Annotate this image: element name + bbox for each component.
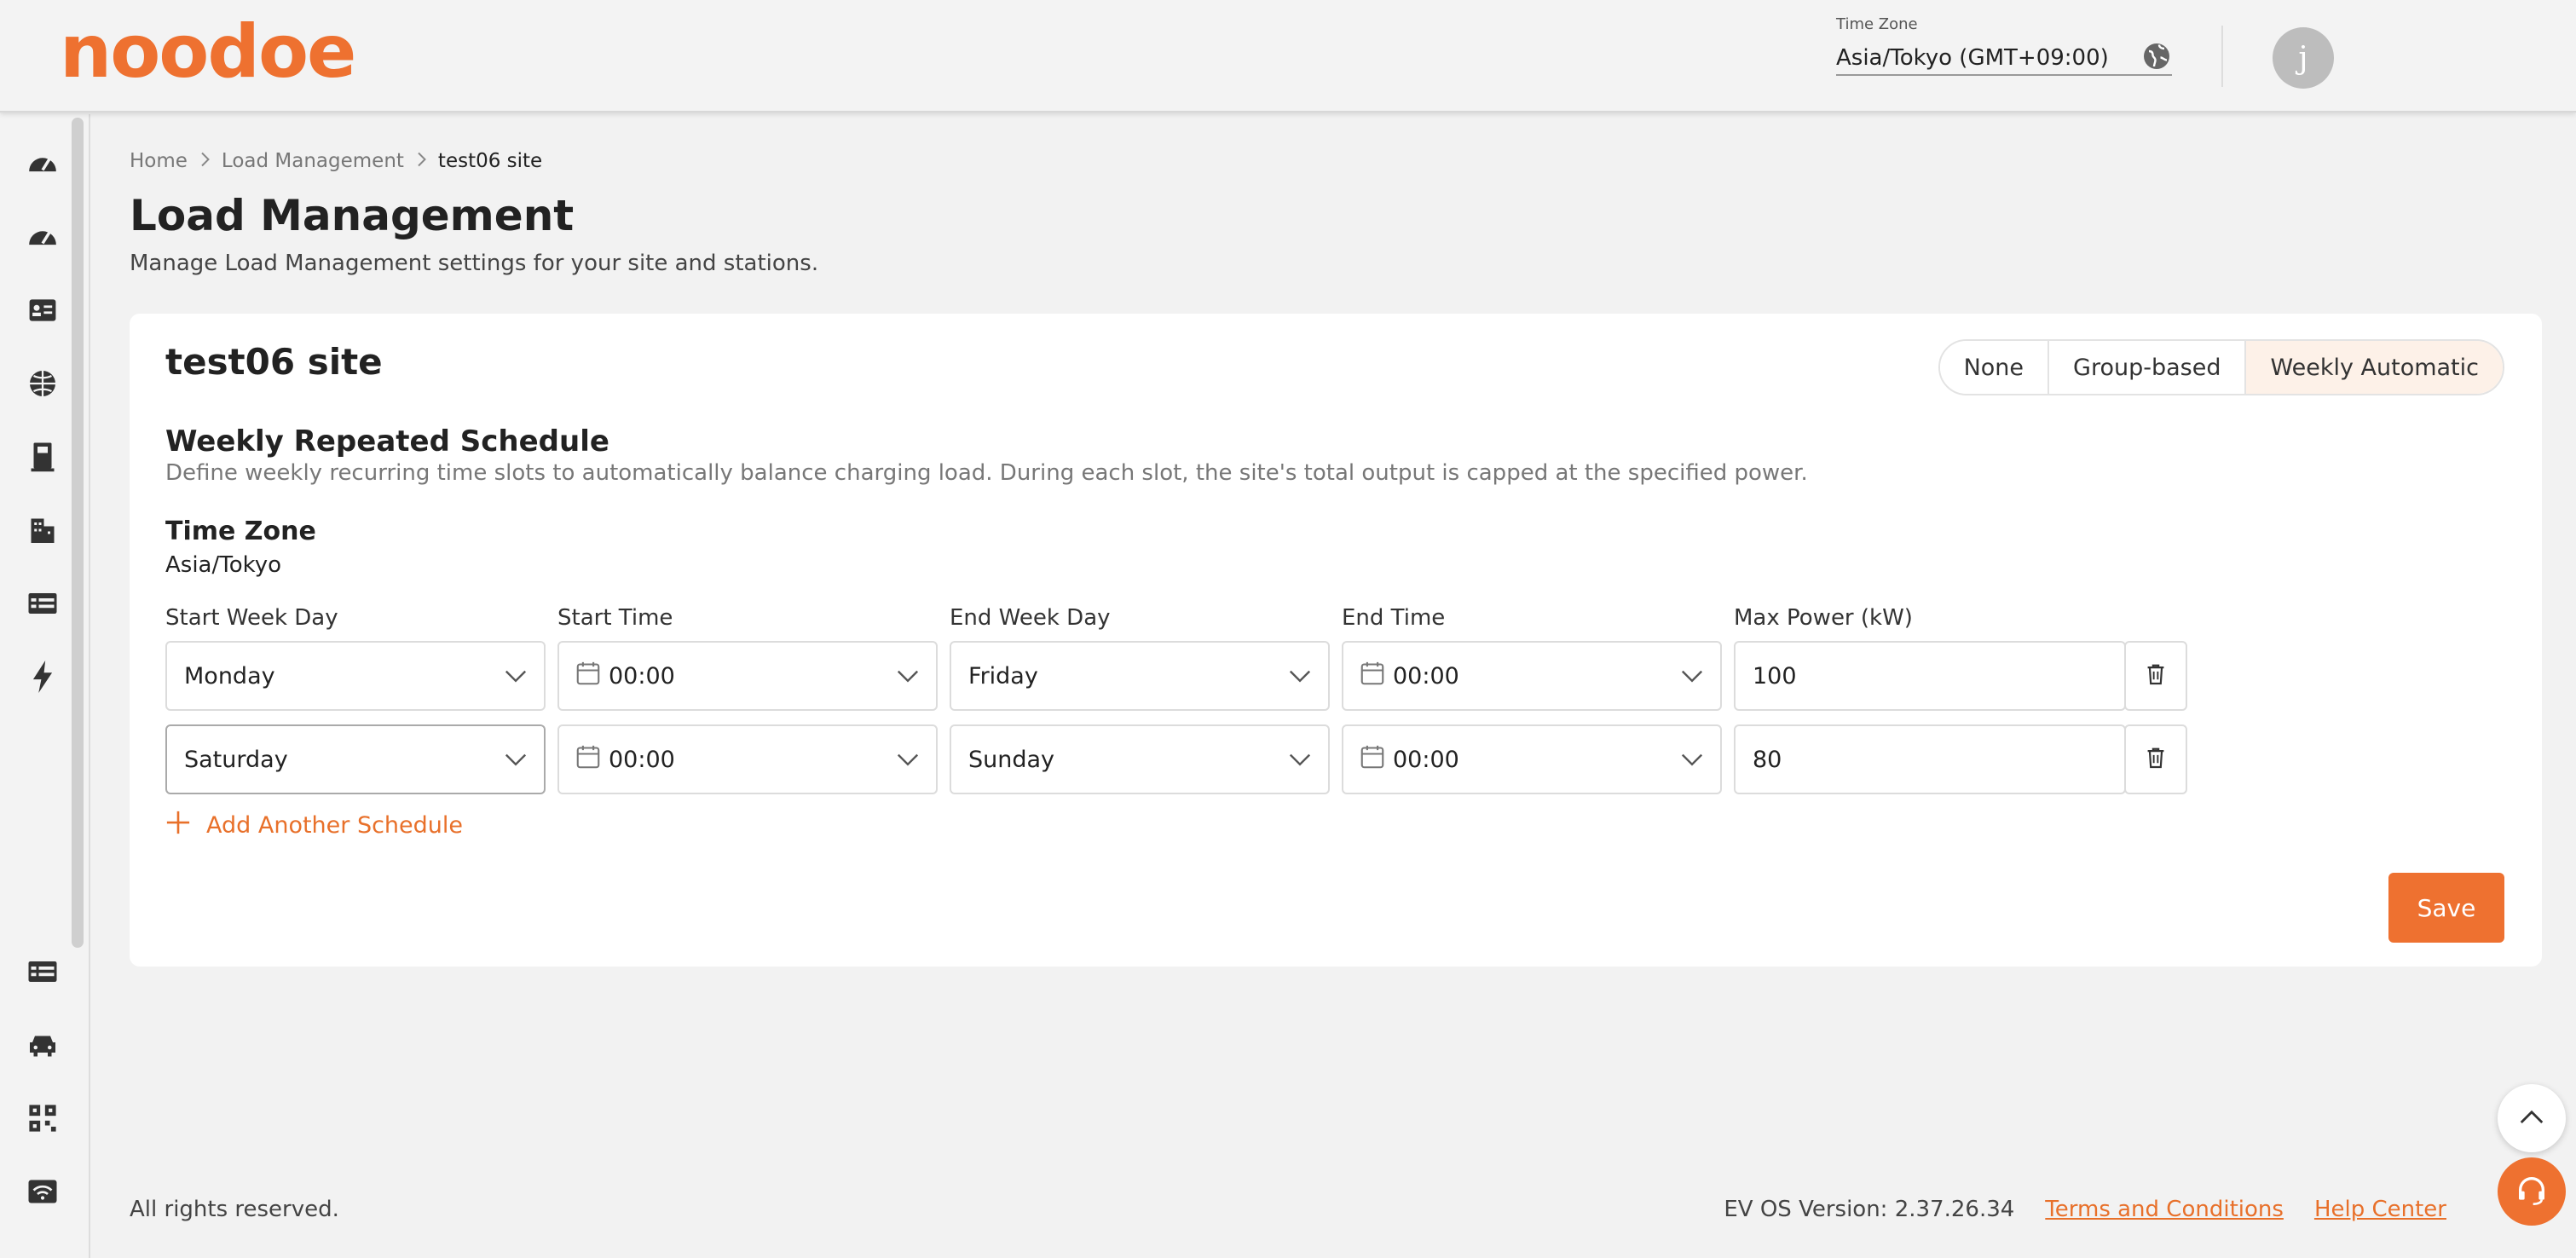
trash-icon — [2146, 663, 2165, 689]
end-time-select[interactable]: 00:00 — [1342, 724, 1722, 794]
timezone-heading: Time Zone — [165, 516, 316, 546]
list-icon[interactable] — [26, 955, 60, 989]
user-avatar[interactable]: j — [2273, 27, 2334, 89]
max-power-input[interactable]: 100 — [1734, 641, 2126, 711]
scroll-to-top-button[interactable] — [2498, 1084, 2566, 1152]
help-center-link[interactable]: Help Center — [2314, 1197, 2446, 1222]
timezone-select[interactable]: Asia/Tokyo (GMT+09:00) — [1836, 42, 2172, 76]
start-day-label: Start Week Day — [165, 605, 338, 631]
end-time-value: 00:00 — [1393, 662, 1459, 690]
end-day-value: Sunday — [968, 746, 1055, 773]
terms-link[interactable]: Terms and Conditions — [2045, 1197, 2284, 1222]
section-title: Weekly Repeated Schedule — [165, 424, 609, 459]
end-day-value: Friday — [968, 662, 1038, 690]
end-time-select[interactable]: 00:00 — [1342, 641, 1722, 711]
support-button[interactable] — [2498, 1157, 2566, 1226]
timezone-label: Time Zone — [1836, 15, 1918, 33]
plus-icon — [165, 810, 191, 841]
end-day-select[interactable]: Sunday — [950, 724, 1330, 794]
chevron-right-icon — [199, 150, 210, 172]
chevron-down-icon — [505, 747, 527, 773]
chevron-down-icon — [1681, 663, 1703, 690]
table-icon[interactable] — [26, 586, 60, 620]
chevron-down-icon — [1681, 747, 1703, 773]
dashboard-alt-icon[interactable] — [26, 218, 60, 252]
end-day-label: End Week Day — [950, 605, 1111, 631]
building-icon[interactable] — [26, 513, 60, 547]
start-time-select[interactable]: 00:00 — [557, 641, 938, 711]
globe-icon — [2141, 41, 2172, 75]
start-day-select[interactable]: Saturday — [165, 724, 546, 794]
section-description: Define weekly recurring time slots to au… — [165, 460, 1808, 486]
end-day-select[interactable]: Friday — [950, 641, 1330, 711]
start-time-value: 00:00 — [609, 662, 675, 690]
chevron-right-icon — [416, 150, 426, 172]
save-button[interactable]: Save — [2388, 873, 2504, 943]
end-time-value: 00:00 — [1393, 746, 1459, 773]
qr-code-icon[interactable] — [26, 1101, 60, 1135]
calendar-icon — [576, 661, 600, 692]
start-day-value: Saturday — [184, 746, 288, 773]
site-title: test06 site — [165, 341, 383, 383]
id-card-icon[interactable] — [26, 293, 60, 327]
wifi-icon[interactable] — [26, 1174, 60, 1209]
start-time-select[interactable]: 00:00 — [557, 724, 938, 794]
mode-none-button[interactable]: None — [1939, 341, 2050, 394]
header-divider — [2221, 26, 2223, 87]
breadcrumb-home[interactable]: Home — [130, 150, 188, 172]
chevron-up-icon — [2520, 1109, 2544, 1128]
end-time-label: End Time — [1342, 605, 1446, 631]
add-schedule-label: Add Another Schedule — [206, 812, 464, 839]
calendar-icon — [1360, 661, 1384, 692]
mode-selector: None Group-based Weekly Automatic — [1938, 339, 2504, 395]
calendar-icon — [576, 744, 600, 776]
breadcrumb-current: test06 site — [437, 150, 543, 172]
start-time-label: Start Time — [557, 605, 673, 631]
page-subtitle: Manage Load Management settings for your… — [130, 251, 819, 276]
max-power-input[interactable]: 80 — [1734, 724, 2126, 794]
timezone-selector[interactable]: Time Zone Asia/Tokyo (GMT+09:00) — [1836, 15, 2172, 76]
top-bar: noodoe Time Zone Asia/Tokyo (GMT+09:00) … — [0, 0, 2576, 113]
chevron-down-icon — [505, 663, 527, 690]
mode-group-based-button[interactable]: Group-based — [2049, 341, 2247, 394]
timezone-display: Asia/Tokyo — [165, 552, 282, 578]
start-time-value: 00:00 — [609, 746, 675, 773]
start-day-select[interactable]: Monday — [165, 641, 546, 711]
mode-weekly-automatic-button[interactable]: Weekly Automatic — [2246, 341, 2503, 394]
sidebar-scrollbar[interactable] — [72, 118, 84, 948]
lightning-icon[interactable] — [26, 660, 60, 694]
globe-nav-icon[interactable] — [26, 366, 60, 401]
page-title: Load Management — [130, 191, 575, 240]
car-icon[interactable] — [26, 1028, 60, 1062]
calendar-icon — [1360, 744, 1384, 776]
footer-links: EV OS Version: 2.37.26.34 Terms and Cond… — [1724, 1197, 2446, 1222]
chevron-down-icon — [897, 663, 919, 690]
footer-rights: All rights reserved. — [130, 1197, 339, 1222]
svg-text:noodoe: noodoe — [60, 17, 355, 89]
breadcrumb: Home Load Management test06 site — [130, 150, 542, 172]
add-schedule-button[interactable]: Add Another Schedule — [165, 810, 463, 841]
charger-icon[interactable] — [26, 440, 60, 474]
delete-schedule-button[interactable] — [2124, 724, 2187, 794]
chevron-down-icon — [1289, 663, 1311, 690]
start-day-value: Monday — [184, 662, 275, 690]
dashboard-icon[interactable] — [26, 145, 60, 179]
chevron-down-icon — [1289, 747, 1311, 773]
settings-card: test06 site None Group-based Weekly Auto… — [130, 314, 2542, 967]
chevron-down-icon — [897, 747, 919, 773]
timezone-value: Asia/Tokyo (GMT+09:00) — [1836, 45, 2109, 71]
headset-icon — [2515, 1173, 2549, 1210]
breadcrumb-section[interactable]: Load Management — [222, 150, 404, 172]
delete-schedule-button[interactable] — [2124, 641, 2187, 711]
noodoe-logo[interactable]: noodoe — [60, 17, 375, 89]
version-text: EV OS Version: 2.37.26.34 — [1724, 1197, 2015, 1222]
trash-icon — [2146, 747, 2165, 772]
max-power-label: Max Power (kW) — [1734, 605, 1913, 631]
